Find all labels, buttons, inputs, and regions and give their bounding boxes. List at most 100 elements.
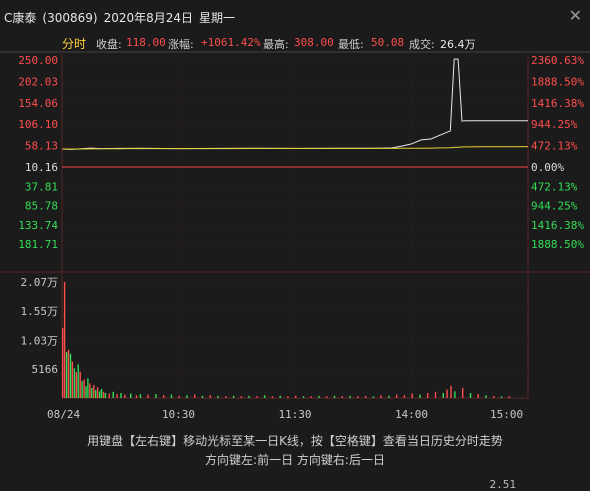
volume-bar bbox=[341, 396, 343, 398]
time-tick-label: 11:30 bbox=[278, 408, 311, 421]
volume-bar bbox=[163, 395, 165, 398]
volume-bar bbox=[98, 391, 101, 398]
volume-bar bbox=[310, 396, 312, 398]
volume-bar bbox=[326, 396, 328, 398]
pct-tick-label: 944.25% bbox=[531, 200, 578, 213]
volume-bar bbox=[442, 393, 444, 398]
volume-bar bbox=[194, 394, 196, 398]
volume-bar bbox=[232, 395, 235, 398]
volume-bar bbox=[62, 328, 64, 398]
volume-bar bbox=[446, 389, 448, 398]
volume-bar bbox=[462, 387, 464, 398]
volume-bar bbox=[454, 391, 456, 398]
volume-bar bbox=[79, 371, 81, 398]
price-tick-label: 154.06 bbox=[18, 97, 58, 110]
price-tick-label: 250.00 bbox=[18, 54, 58, 67]
volume-bar bbox=[357, 396, 359, 398]
volume-bar bbox=[186, 395, 188, 398]
volume-bar bbox=[116, 394, 118, 398]
volume-bar bbox=[469, 393, 472, 398]
volume-bar bbox=[65, 352, 68, 398]
volume-bar bbox=[380, 395, 382, 398]
keyboard-hint: 用键盘【左右键】移动光标至某一日K线，按【空格键】查看当日历史分时走势 bbox=[87, 434, 503, 448]
volume-bar bbox=[434, 391, 437, 398]
volume-bar bbox=[411, 393, 413, 398]
volume-bar bbox=[263, 395, 266, 398]
pct-tick-label: 1888.50% bbox=[531, 238, 584, 251]
volume-bar bbox=[201, 395, 204, 398]
volume-bar bbox=[89, 383, 91, 398]
volume-bar bbox=[318, 395, 320, 398]
volume-bar bbox=[170, 394, 173, 398]
pct-tick-label: 1416.38% bbox=[531, 219, 584, 232]
volume-bar bbox=[71, 361, 74, 398]
volume-bar bbox=[419, 394, 421, 398]
volume-bar bbox=[500, 396, 503, 398]
volume-bar bbox=[485, 395, 487, 398]
volume-bar bbox=[372, 396, 375, 398]
volume-bar bbox=[135, 395, 138, 398]
volume-tick-label: 1.55万 bbox=[21, 305, 59, 318]
volume-bar bbox=[295, 395, 297, 398]
volume-bar bbox=[217, 395, 219, 398]
volume-bar bbox=[287, 396, 289, 398]
volume-bar bbox=[112, 391, 114, 398]
volume-bar bbox=[81, 381, 83, 398]
volume-bar bbox=[279, 395, 281, 398]
volume-bar bbox=[85, 386, 87, 398]
price-tick-label: 106.10 bbox=[18, 118, 58, 131]
pct-tick-label: 472.13% bbox=[531, 180, 578, 193]
price-tick-label: 133.74 bbox=[18, 219, 58, 232]
volume-bar bbox=[225, 396, 227, 398]
volume-bar bbox=[83, 379, 85, 398]
price-tick-label: 10.16 bbox=[25, 161, 58, 174]
volume-bar bbox=[139, 394, 142, 398]
volume-bar bbox=[73, 368, 76, 398]
volume-bar bbox=[104, 393, 107, 398]
volume-bar bbox=[508, 396, 510, 398]
volume-bar bbox=[155, 394, 157, 398]
volume-bar bbox=[364, 395, 367, 398]
volume-tick-label: 5166 bbox=[32, 363, 59, 376]
pct-tick-label: 1888.50% bbox=[531, 75, 584, 88]
volume-bar bbox=[396, 394, 398, 398]
pct-tick-label: 1416.38% bbox=[531, 97, 584, 110]
volume-bar bbox=[69, 353, 72, 398]
time-tick-label: 10:30 bbox=[162, 408, 195, 421]
volume-bar bbox=[124, 394, 126, 398]
volume-bar bbox=[427, 393, 429, 398]
time-tick-label: 15:00 bbox=[490, 408, 523, 421]
intraday-chart[interactable]: 250.00 202.03 154.06 106.10 58.13 10.16 37.81 8… bbox=[0, 0, 590, 430]
volume-tick-label: 1.03万 bbox=[21, 334, 59, 347]
volume-bar bbox=[120, 393, 122, 398]
volume-bar bbox=[108, 393, 110, 398]
volume-bar bbox=[77, 364, 79, 398]
volume-bar bbox=[333, 395, 336, 398]
volume-bar bbox=[209, 395, 211, 398]
volume-bar bbox=[67, 349, 70, 398]
volume-bar bbox=[302, 396, 305, 398]
time-tick-label: 14:00 bbox=[395, 408, 428, 421]
price-tick-label: 85.78 bbox=[25, 200, 58, 213]
volume-bar bbox=[493, 395, 495, 398]
pct-tick-label: 472.13% bbox=[531, 140, 578, 153]
time-tick-label: 08/24 bbox=[47, 408, 80, 421]
volume-bar bbox=[388, 395, 390, 398]
volume-bar bbox=[130, 393, 132, 398]
volume-bar bbox=[403, 395, 406, 398]
volume-bar bbox=[93, 385, 95, 398]
price-tick-label: 181.71 bbox=[18, 238, 58, 251]
volume-bar bbox=[271, 396, 274, 398]
pct-tick-label: 2360.63% bbox=[531, 54, 584, 67]
volume-bar bbox=[477, 394, 479, 398]
pct-tick-label: 944.25% bbox=[531, 118, 578, 131]
volume-bar bbox=[75, 372, 77, 398]
price-tick-label: 202.03 bbox=[18, 75, 58, 88]
volume-bar bbox=[100, 389, 103, 398]
volume-bar bbox=[147, 394, 149, 398]
volume-bar bbox=[248, 395, 250, 398]
corner-value: 2.51 bbox=[489, 478, 517, 491]
volume-bar bbox=[95, 390, 97, 398]
volume-bar bbox=[102, 391, 105, 398]
volume-bar bbox=[91, 387, 93, 398]
